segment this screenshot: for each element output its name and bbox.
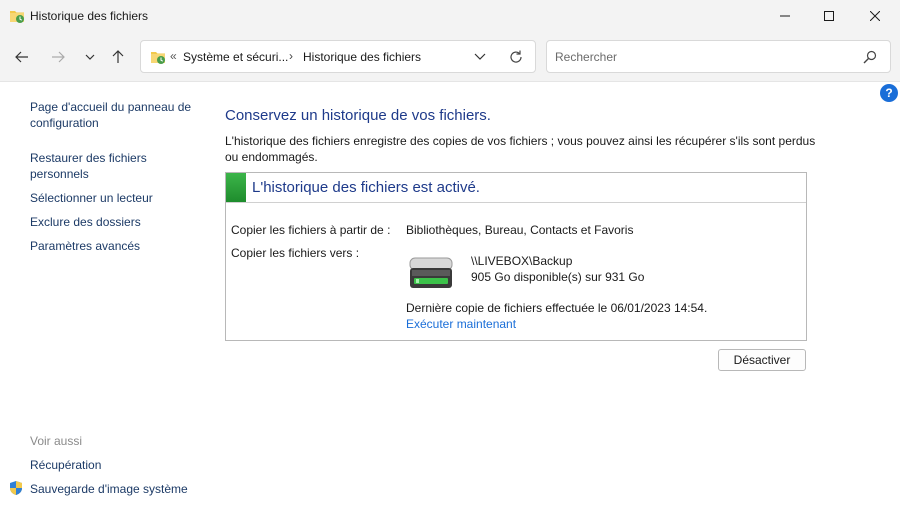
breadcrumb-historique[interactable]: Historique des fichiers (303, 50, 421, 64)
last-copy-info: Dernière copie de fichiers effectuée le … (406, 301, 708, 315)
close-icon (870, 11, 880, 21)
window-title: Historique des fichiers (30, 9, 149, 23)
refresh-icon (510, 50, 522, 63)
network-drive-icon (408, 256, 454, 292)
arrow-left-icon (15, 51, 28, 63)
see-also-heading: Voir aussi (30, 434, 83, 448)
help-icon: ? (885, 86, 893, 100)
copy-from-value: Bibliothèques, Bureau, Contacts et Favor… (406, 223, 634, 237)
sidebar-item-recovery[interactable]: Récupération (30, 457, 101, 473)
breadcrumb-systeme-securite[interactable]: Système et sécuri... (183, 50, 288, 64)
up-button[interactable] (105, 44, 131, 70)
recent-locations-button[interactable] (77, 44, 103, 70)
search-input[interactable] (555, 47, 845, 67)
forward-button[interactable] (45, 44, 71, 70)
sidebar-item-exclude-folders[interactable]: Exclure des dossiers (30, 214, 141, 230)
file-history-folder-icon (9, 8, 25, 24)
deactivate-button[interactable]: Désactiver (718, 349, 806, 371)
sidebar-item-restore-files[interactable]: Restaurer des fichiers personnels (30, 150, 160, 182)
drive-space: 905 Go disponible(s) sur 931 Go (471, 270, 645, 284)
sidebar-item-control-panel-home[interactable]: Page d'accueil du panneau de configurati… (30, 99, 205, 131)
status-indicator (226, 173, 246, 202)
content-area: ? Page d'accueil du panneau de configura… (0, 83, 900, 517)
status-title: L'historique des fichiers est activé. (252, 179, 480, 196)
minimize-icon (780, 15, 790, 17)
sidebar-item-advanced-settings[interactable]: Paramètres avancés (30, 238, 140, 254)
file-history-folder-icon (150, 49, 166, 65)
title-bar: Historique des fichiers (0, 0, 900, 32)
back-button[interactable] (9, 44, 35, 70)
uac-shield-icon (8, 480, 24, 496)
sidebar-item-system-image-backup[interactable]: Sauvegarde d'image système (30, 481, 188, 497)
copy-to-label: Copier les fichiers vers : (231, 246, 360, 260)
address-bar[interactable]: « Système et sécuri... › Historique des … (140, 40, 536, 73)
run-now-link[interactable]: Exécuter maintenant (406, 317, 516, 331)
copy-from-label: Copier les fichiers à partir de : (231, 223, 391, 237)
close-button[interactable] (852, 0, 898, 32)
maximize-button[interactable] (806, 0, 852, 32)
search-icon[interactable] (863, 50, 879, 66)
search-box[interactable] (546, 40, 891, 73)
arrow-up-icon (112, 50, 124, 63)
sidebar-item-select-drive[interactable]: Sélectionner un lecteur (30, 190, 153, 206)
address-overflow[interactable]: « (170, 49, 177, 63)
refresh-button[interactable] (507, 48, 525, 66)
page-description: L'historique des fichiers enregistre des… (225, 134, 816, 164)
chevron-down-icon (85, 54, 95, 60)
minimize-button[interactable] (762, 0, 808, 32)
breadcrumb-separator[interactable]: › (289, 49, 293, 63)
address-dropdown-button[interactable] (471, 49, 489, 65)
page-title: Conservez un historique de vos fichiers. (225, 107, 491, 124)
arrow-right-icon (52, 51, 65, 63)
chevron-down-icon (474, 53, 486, 60)
status-panel: L'historique des fichiers est activé. Co… (225, 172, 807, 341)
drive-path: \\LIVEBOX\Backup (471, 254, 573, 268)
help-button[interactable]: ? (880, 84, 898, 102)
status-header: L'historique des fichiers est activé. (226, 173, 806, 203)
maximize-icon (824, 11, 834, 21)
navigation-bar: « Système et sécuri... › Historique des … (0, 32, 900, 82)
